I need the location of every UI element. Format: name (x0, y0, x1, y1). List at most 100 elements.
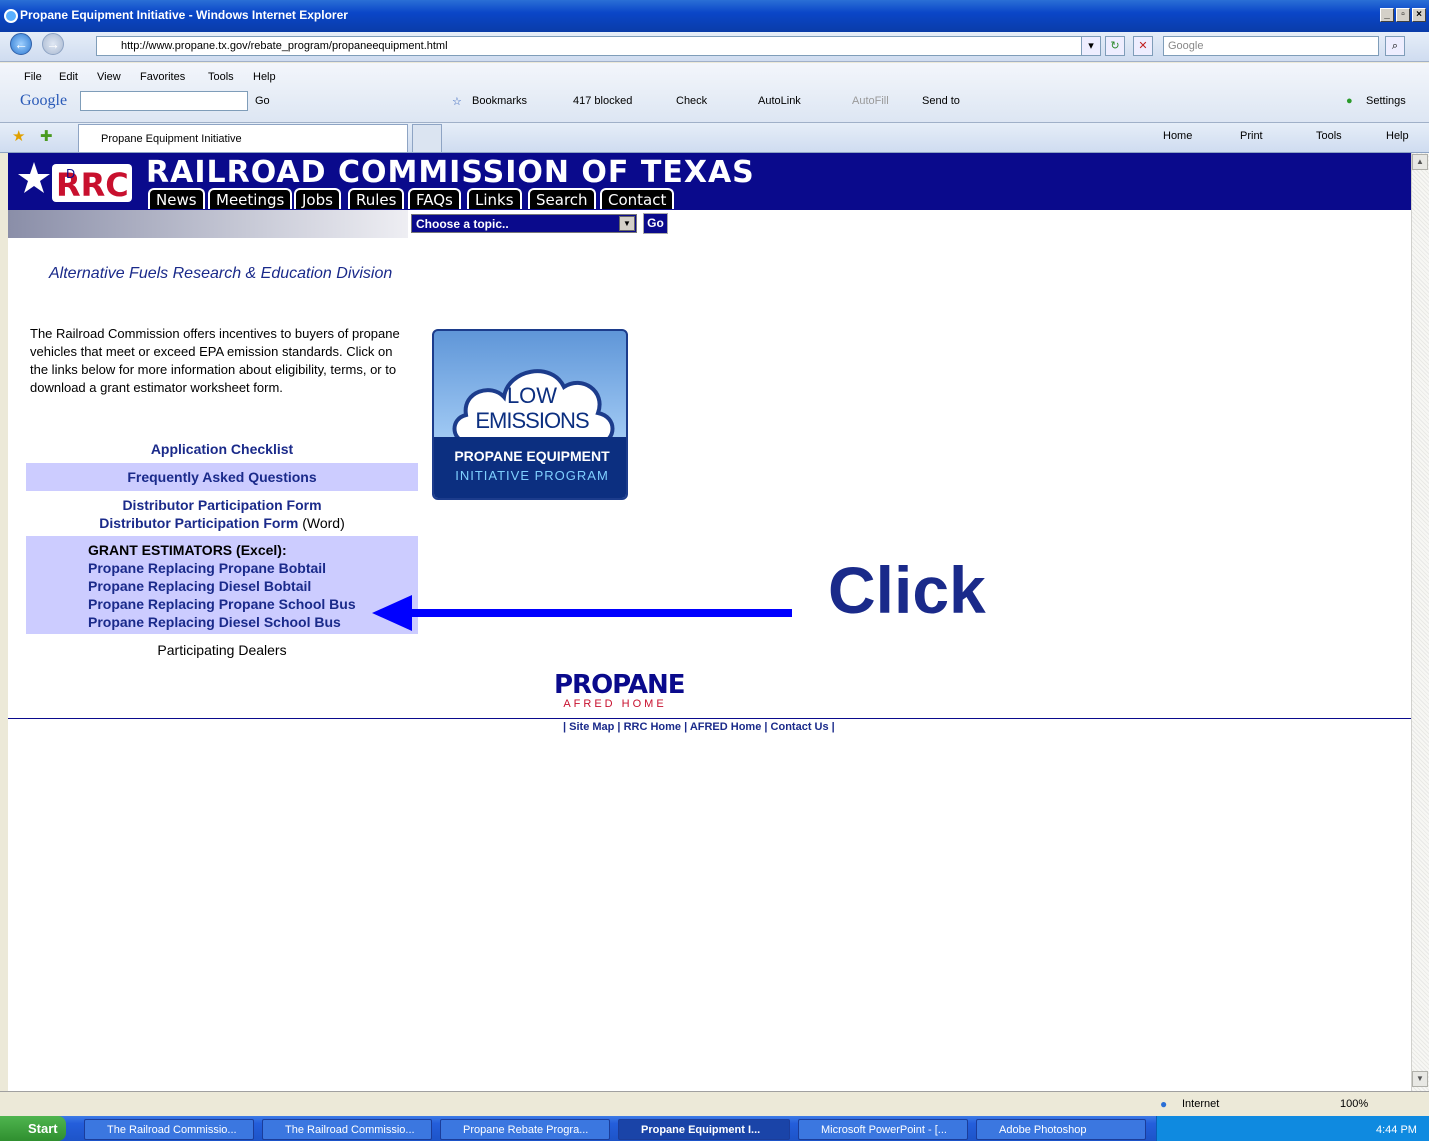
faq-link[interactable]: Frequently Asked Questions (26, 469, 418, 485)
popup-blocked-count[interactable]: 417 blocked (573, 95, 632, 107)
bookmarks-button[interactable]: Bookmarks (472, 95, 527, 107)
google-search-box[interactable] (80, 91, 248, 111)
menu-view[interactable]: View (97, 71, 121, 83)
print-button[interactable]: Print (1240, 130, 1263, 142)
nav-search[interactable]: Search (528, 188, 596, 209)
annotation-click-label: Click (828, 553, 986, 627)
autofill-button[interactable]: AutoFill (852, 95, 889, 107)
badge-line2: EMISSIONS (475, 408, 589, 433)
address-url: http://www.propane.tx.gov/rebate_program… (121, 40, 448, 52)
refresh-icon[interactable]: ↻ (1105, 36, 1125, 56)
afred-home-logo-text: AFRED HOME (563, 698, 667, 710)
distributor-form-link[interactable]: Distributor Participation Form (26, 497, 418, 513)
menu-favorites[interactable]: Favorites (140, 71, 185, 83)
nav-rules[interactable]: Rules (348, 188, 405, 209)
footer-links: | Site Map | RRC Home | AFRED Home | Con… (563, 721, 835, 733)
footer-divider (8, 718, 1411, 719)
add-favorite-icon[interactable]: ✚ (40, 127, 53, 145)
grant-propane-school-bus-link[interactable]: Propane Replacing Propane School Bus (88, 595, 356, 613)
distributor-form-word-link[interactable]: Distributor Participation Form (99, 515, 298, 531)
annotation-arrow-line (408, 609, 792, 617)
search-placeholder: Google (1168, 40, 1204, 52)
internet-globe-icon: ● (1160, 1097, 1168, 1111)
task-propane-equipment[interactable]: Propane Equipment I... (618, 1119, 790, 1140)
ie-icon (4, 9, 18, 23)
badge-line3: PROPANE EQUIPMENT (454, 448, 610, 464)
menu-tools[interactable]: Tools (208, 71, 234, 83)
badge-line4: INITIATIVE PROGRAM (455, 468, 609, 483)
new-tab-button[interactable] (412, 124, 442, 152)
distributor-form-word-row: Distributor Participation Form (Word) (26, 515, 418, 531)
title-bar: Propane Equipment Initiative - Windows I… (0, 0, 1429, 32)
clock: 4:44 PM (1376, 1124, 1417, 1136)
autolink-button[interactable]: AutoLink (758, 95, 801, 107)
tab-label: Propane Equipment Initiative (101, 133, 242, 145)
propane-footer-logo[interactable]: PROPANE AFRED HOME (554, 670, 686, 710)
participating-dealers-link[interactable]: Participating Dealers (26, 642, 418, 658)
google-logo: Google (20, 92, 68, 109)
help-button[interactable]: Help (1386, 130, 1409, 142)
send-to-button[interactable]: Send to (922, 95, 960, 107)
grant-propane-bobtail-link[interactable]: Propane Replacing Propane Bobtail (88, 559, 356, 577)
rrc-logo[interactable]: RRC D (16, 156, 134, 208)
nav-contact[interactable]: Contact (600, 188, 675, 209)
window-title: Propane Equipment Initiative - Windows I… (20, 8, 348, 22)
division-heading: Alternative Fuels Research & Education D… (49, 265, 393, 282)
chevron-down-icon[interactable]: ▼ (619, 216, 635, 231)
propane-logo-text: PROPANE (554, 670, 686, 700)
nav-jobs[interactable]: Jobs (294, 188, 341, 209)
header-photo-strip (8, 210, 408, 238)
close-button[interactable]: × (1412, 8, 1426, 22)
nav-news[interactable]: News (148, 188, 205, 209)
topic-select[interactable]: Choose a topic.. (411, 214, 637, 233)
task-powerpoint[interactable]: Microsoft PowerPoint - [... (798, 1119, 968, 1140)
nav-links[interactable]: Links (467, 188, 522, 209)
settings-status-icon: ● (1346, 95, 1353, 107)
maximize-button[interactable]: ▫ (1396, 8, 1410, 22)
application-checklist-link[interactable]: Application Checklist (26, 441, 418, 457)
stop-icon[interactable]: ✕ (1133, 36, 1153, 56)
scroll-up-button[interactable]: ▲ (1412, 154, 1428, 170)
bookmarks-star-icon: ☆ (452, 96, 462, 108)
footer-afred-home-link[interactable]: AFRED Home (690, 721, 762, 733)
badge-line1: LOW (506, 383, 558, 408)
address-field[interactable]: http://www.propane.tx.gov/rebate_program… (96, 36, 1100, 56)
favorites-star-icon[interactable]: ★ (12, 127, 25, 145)
grant-diesel-school-bus-link[interactable]: Propane Replacing Diesel School Bus (88, 613, 356, 631)
settings-button[interactable]: Settings (1366, 95, 1406, 107)
task-propane-rebate[interactable]: Propane Rebate Progra... (440, 1119, 610, 1140)
topic-go-button[interactable]: Go (643, 213, 668, 234)
scroll-down-button[interactable]: ▼ (1412, 1071, 1428, 1087)
minimize-button[interactable]: _ (1380, 8, 1394, 22)
task-railroad-2[interactable]: The Railroad Commissio... (262, 1119, 432, 1140)
menu-file[interactable]: File (24, 71, 42, 83)
grant-diesel-bobtail-link[interactable]: Propane Replacing Diesel Bobtail (88, 577, 356, 595)
zoom-level[interactable]: 100% (1340, 1098, 1368, 1110)
status-bar: ● Internet 100% (0, 1091, 1429, 1116)
zone-label: Internet (1182, 1098, 1220, 1110)
footer-contact-us-link[interactable]: Contact Us (771, 721, 829, 733)
menu-edit[interactable]: Edit (59, 71, 78, 83)
google-go-button[interactable]: Go (255, 95, 270, 107)
intro-paragraph: The Railroad Commission offers incentive… (30, 326, 400, 395)
start-button[interactable]: Start (0, 1116, 66, 1141)
task-railroad-1[interactable]: The Railroad Commissio... (84, 1119, 254, 1140)
footer-rrc-home-link[interactable]: RRC Home (624, 721, 681, 733)
forward-button[interactable]: → (42, 33, 64, 55)
annotation-arrow-icon (372, 595, 412, 631)
footer-site-map-link[interactable]: Site Map (569, 721, 614, 733)
spell-check-button[interactable]: Check (676, 95, 707, 107)
menu-help[interactable]: Help (253, 71, 276, 83)
tools-button[interactable]: Tools (1316, 130, 1342, 142)
nav-meetings[interactable]: Meetings (208, 188, 293, 209)
site-title: RAILROAD COMMISSION OF TEXAS (146, 155, 755, 190)
back-button[interactable]: ← (10, 33, 32, 55)
vertical-scrollbar[interactable] (1411, 153, 1429, 1091)
search-input[interactable]: Google (1163, 36, 1379, 56)
address-dropdown[interactable]: ▾ (1081, 36, 1101, 56)
nav-faqs[interactable]: FAQs (408, 188, 461, 209)
home-button[interactable]: Home (1163, 130, 1192, 142)
tab-propane-equipment[interactable]: Propane Equipment Initiative (78, 124, 408, 152)
search-icon[interactable]: ⌕ (1385, 36, 1405, 56)
task-photoshop[interactable]: Adobe Photoshop (976, 1119, 1146, 1140)
